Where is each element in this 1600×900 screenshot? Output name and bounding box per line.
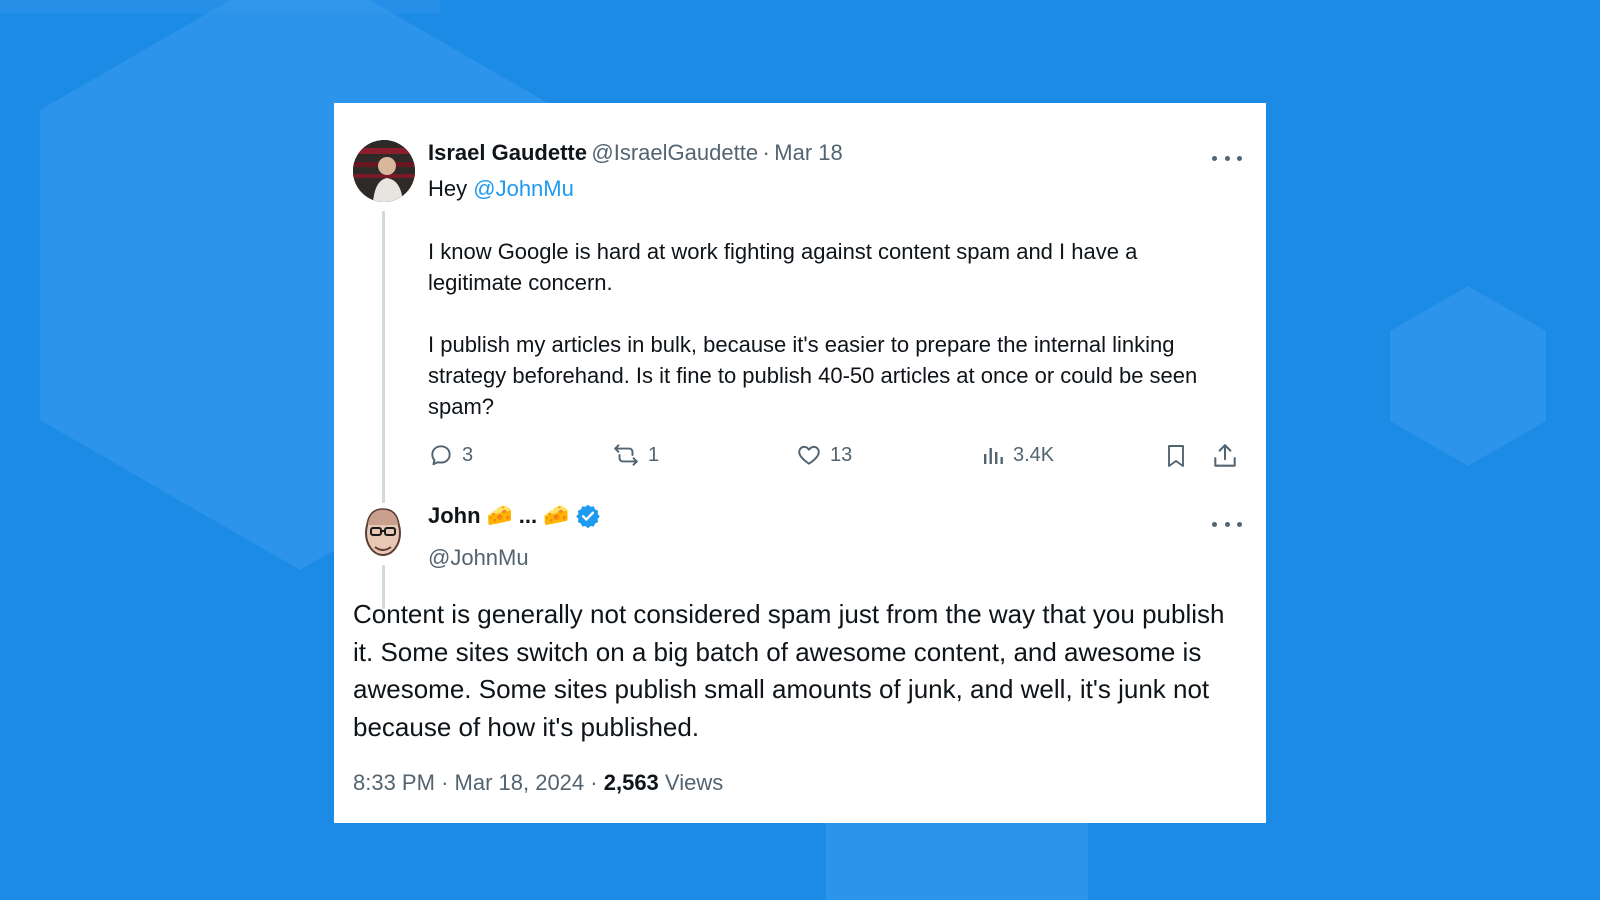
cheese-emoji: 🧀	[543, 504, 570, 527]
share-button[interactable]	[1212, 442, 1238, 470]
views-icon	[984, 448, 1003, 464]
views-number: 2,563	[603, 770, 659, 795]
john-avatar[interactable]	[353, 503, 413, 565]
tweet-card: Israel Gaudette @IsraelGaudette · Mar 18…	[334, 103, 1266, 823]
dot-icon	[1212, 155, 1217, 161]
views-label: Views	[664, 770, 724, 795]
separator: ·	[590, 770, 598, 795]
reply-meta: 8:33 PM · Mar 18, 2024 · 2,563 Views	[353, 770, 723, 796]
reply-date[interactable]: Mar 18, 2024	[455, 770, 585, 795]
reply-count: 3	[462, 443, 474, 466]
reply-author-name[interactable]: John	[428, 503, 481, 529]
author-handle[interactable]: @IsraelGaudette	[591, 140, 758, 165]
tweet-paragraph-2: I publish my articles in bulk, because i…	[428, 332, 1198, 419]
greeting-text: Hey	[428, 176, 468, 201]
name-ellipsis: ...	[518, 503, 538, 528]
reply-icon	[431, 445, 451, 466]
tweet-greeting: Hey @JohnMu	[428, 173, 574, 204]
bookmark-button[interactable]	[1164, 442, 1188, 470]
share-icon	[1214, 444, 1236, 467]
separator: ·	[441, 770, 449, 795]
author-name[interactable]: Israel Gaudette	[428, 140, 587, 165]
dot-icon	[1224, 155, 1230, 161]
views-count: 3.4K	[1013, 443, 1055, 466]
dot-icon	[1237, 521, 1242, 527]
reply-text: Content is generally not considered spam…	[353, 599, 1225, 742]
tweet-header: Israel Gaudette @IsraelGaudette · Mar 18	[428, 140, 843, 166]
tweet-paragraph-1: I know Google is hard at work fighting a…	[428, 239, 1138, 295]
tweet-date[interactable]: Mar 18	[774, 140, 842, 165]
mention-link[interactable]: @JohnMu	[473, 176, 574, 201]
views-button[interactable]: 3.4K	[981, 442, 1054, 468]
reply-button[interactable]: 3	[428, 442, 473, 468]
reply-time[interactable]: 8:33 PM	[353, 770, 435, 795]
reply-more-options-button[interactable]	[1212, 514, 1242, 534]
more-options-button[interactable]	[1212, 148, 1242, 168]
like-icon	[798, 445, 820, 465]
bookmark-icon	[1168, 445, 1184, 467]
repost-count: 1	[648, 443, 660, 466]
like-button[interactable]: 13	[796, 442, 852, 468]
dot-icon	[1212, 521, 1217, 527]
cheese-emoji: 🧀	[486, 504, 513, 527]
dot-icon	[1224, 521, 1230, 527]
like-count: 13	[830, 443, 853, 466]
repost-icon	[614, 444, 638, 466]
dot-icon	[1237, 155, 1242, 161]
reply-header: John 🧀 ... 🧀	[428, 503, 601, 529]
verified-badge-icon	[576, 504, 601, 529]
separator: ·	[762, 140, 770, 165]
repost-button[interactable]: 1	[612, 442, 659, 468]
israel-avatar[interactable]	[353, 140, 415, 202]
reply-author-handle[interactable]: @JohnMu	[428, 545, 529, 571]
